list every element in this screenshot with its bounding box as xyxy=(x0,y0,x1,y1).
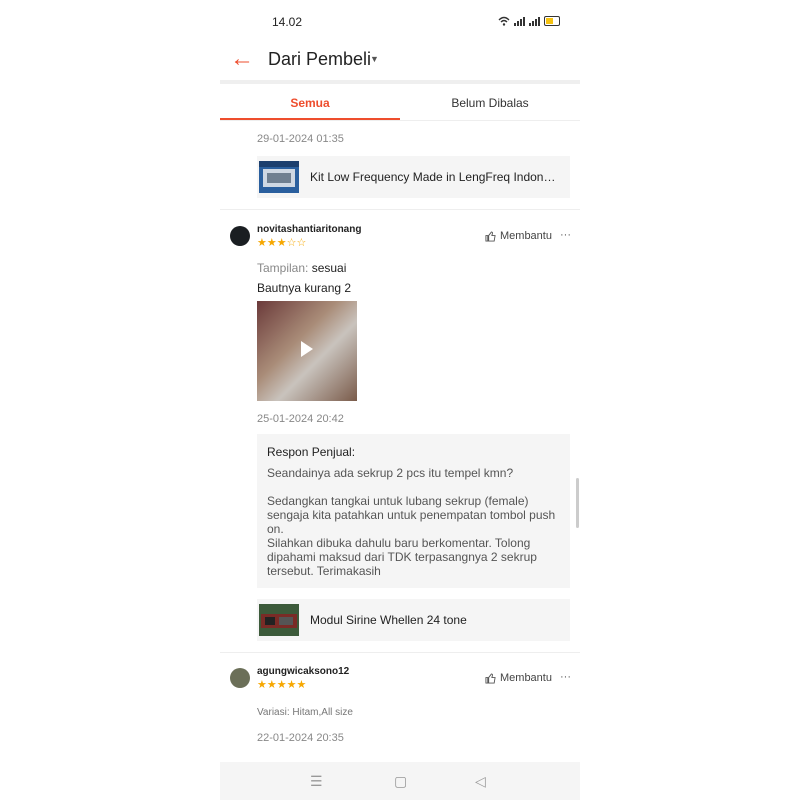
tab-bar: Semua Belum Dibalas xyxy=(220,88,580,121)
product-thumbnail xyxy=(259,161,299,193)
more-options-icon[interactable]: ··· xyxy=(560,671,571,683)
thumbs-up-icon xyxy=(485,230,496,242)
divider xyxy=(220,652,580,653)
more-options-icon[interactable]: ··· xyxy=(560,229,571,241)
product-name: Modul Sirine Whellen 24 tone xyxy=(310,613,467,627)
play-icon[interactable] xyxy=(301,341,313,357)
scrollbar[interactable] xyxy=(576,478,579,528)
page-title[interactable]: Dari Pembeli xyxy=(268,49,371,70)
attribute-label: Tampilan: xyxy=(257,261,309,275)
helpful-button[interactable]: Membantu xyxy=(485,230,552,242)
review-date: 22-01-2024 20:35 xyxy=(257,732,344,744)
response-paragraph: Silahkan dibuka dahulu baru berkomentar.… xyxy=(267,536,537,578)
avatar[interactable] xyxy=(230,668,250,688)
product-card[interactable]: Kit Low Frequency Made in LengFreq Indon… xyxy=(257,156,570,198)
app-header: ← Dari Pembeli ▼ xyxy=(220,40,580,84)
star-rating: ★★★★★ xyxy=(257,679,307,691)
divider xyxy=(220,209,580,210)
tab-semua[interactable]: Semua xyxy=(220,96,400,120)
response-paragraph: Seandainya ada sekrup 2 pcs itu tempel k… xyxy=(267,466,514,480)
review-date: 29-01-2024 01:35 xyxy=(257,133,344,145)
system-nav-bar: ☰ ▢ ◁ xyxy=(220,762,580,800)
helpful-button[interactable]: Membantu xyxy=(485,672,552,684)
home-icon[interactable]: ▢ xyxy=(394,773,407,790)
back-icon[interactable]: ◁ xyxy=(475,773,486,790)
tab-belum-dibalas[interactable]: Belum Dibalas xyxy=(400,96,580,110)
helpful-label: Membantu xyxy=(500,230,552,242)
product-name: Kit Low Frequency Made in LengFreq Indon… xyxy=(310,170,560,184)
signal-icon xyxy=(514,16,525,26)
reviewer-username[interactable]: novitashantiaritonang xyxy=(257,224,361,235)
helpful-label: Membantu xyxy=(500,672,552,684)
review-variation: Variasi: Hitam,All size xyxy=(257,707,353,718)
caret-down-icon[interactable]: ▼ xyxy=(370,54,379,64)
review-text: Bautnya kurang 2 xyxy=(257,281,352,295)
avatar[interactable] xyxy=(230,226,250,246)
menu-icon[interactable]: ☰ xyxy=(310,773,323,790)
product-thumbnail xyxy=(259,604,299,636)
phone-screen: 14.02 ← Dari Pembeli ▼ Semua Belum Dibal… xyxy=(220,0,580,800)
response-heading: Respon Penjual: xyxy=(267,445,356,459)
status-icons xyxy=(498,16,560,26)
signal-icon xyxy=(529,16,540,26)
attribute-value: sesuai xyxy=(308,261,347,275)
status-bar: 14.02 xyxy=(220,12,580,32)
response-paragraph: Sedangkan tangkai untuk lubang sekrup (f… xyxy=(267,494,556,536)
thumbs-up-icon xyxy=(485,672,496,684)
star-rating: ★★★☆☆ xyxy=(257,237,307,249)
review-video-thumbnail[interactable] xyxy=(257,301,357,401)
status-time: 14.02 xyxy=(272,15,303,29)
battery-icon xyxy=(544,16,560,26)
wifi-icon xyxy=(498,16,510,26)
review-attribute: Tampilan: sesuai xyxy=(257,261,346,275)
product-card[interactable]: Modul Sirine Whellen 24 tone xyxy=(257,599,570,641)
back-arrow-icon[interactable]: ← xyxy=(230,46,254,72)
review-date: 25-01-2024 20:42 xyxy=(257,413,344,425)
reviewer-username[interactable]: agungwicaksono12 xyxy=(257,666,349,677)
seller-response: Respon Penjual: Seandainya ada sekrup 2 … xyxy=(257,434,570,588)
